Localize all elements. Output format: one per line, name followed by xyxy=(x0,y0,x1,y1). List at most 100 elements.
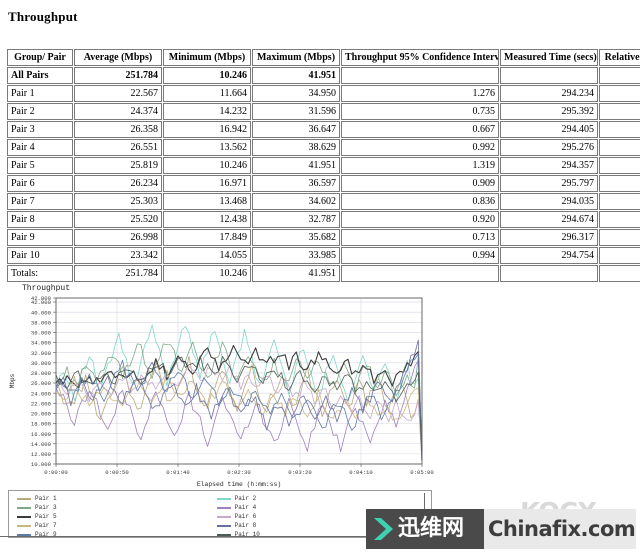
cell-measured-time: 294.234 xyxy=(500,85,598,102)
cell-minimum: 12.438 xyxy=(163,211,251,228)
column-header-average: Average (Mbps) xyxy=(74,49,162,66)
legend-item: Pair 2 xyxy=(216,495,260,503)
y-axis-tick-label: 42.000 xyxy=(31,299,52,306)
legend-label: Pair 9 xyxy=(35,531,57,538)
cell-group-pair: Pair 7 xyxy=(7,193,73,210)
y-axis-tick-label: 22.000 xyxy=(31,400,52,407)
y-axis-tick-label: 40.000 xyxy=(31,309,52,316)
legend-item: Pair 4 xyxy=(216,504,260,512)
cell-confidence: 0.992 xyxy=(341,139,499,156)
cell-measured-time: 294.674 xyxy=(500,211,598,228)
cell-relative-precision: 2.532 xyxy=(599,121,640,138)
cell-measured-time: 294.405 xyxy=(500,121,598,138)
cell-minimum: 11.664 xyxy=(163,85,251,102)
cell-maximum: 31.596 xyxy=(252,103,340,120)
cell-relative-precision: 3.606 xyxy=(599,211,640,228)
column-header-confidence-interval: Throughput 95% Confidence Interval xyxy=(341,49,499,66)
cell-group-pair: Pair 10 xyxy=(7,247,73,264)
page-title: Throughput xyxy=(8,9,78,24)
cell-group-pair: All Pairs xyxy=(7,67,73,84)
table-body: All Pairs 251.784 10.246 41.951 Pair 1 22.567… xyxy=(7,67,640,282)
cell-relative-precision: 4.258 xyxy=(599,247,640,264)
cell-maximum: 36.647 xyxy=(252,121,340,138)
y-axis-tick-label: 32.000 xyxy=(31,350,52,357)
y-axis-tick-label: 10.000 xyxy=(31,461,52,468)
table-row: Pair 926.99817.84935.6820.713296.3172.63… xyxy=(7,229,640,246)
cell-confidence: 1.276 xyxy=(341,85,499,102)
legend-color-swatch xyxy=(17,498,31,500)
cell-minimum: 16.942 xyxy=(163,121,251,138)
cell-confidence: 0.994 xyxy=(341,247,499,264)
legend-item: Pair 3 xyxy=(17,504,57,512)
legend-label: Pair 3 xyxy=(35,504,57,511)
table-row: Pair 725.30313.46834.6020.836294.0353.30… xyxy=(7,193,640,210)
cell-minimum: 17.849 xyxy=(163,229,251,246)
legend-item: Pair 7 xyxy=(17,522,57,530)
cell-measured-time: 294.754 xyxy=(500,247,598,264)
legend-item: Pair 10 xyxy=(216,531,260,539)
cell-measured-time: 296.317 xyxy=(500,229,598,246)
x-axis-title: Elapsed time (h:mm:ss) xyxy=(197,481,281,488)
cell-maximum: 38.629 xyxy=(252,139,340,156)
cell-average: 26.234 xyxy=(74,175,162,192)
cell-relative-precision xyxy=(599,67,640,84)
table-row: Pair 825.52012.43832.7870.920294.6743.60… xyxy=(7,211,640,228)
x-axis-tick-label: 0:01:40 xyxy=(166,469,190,476)
watermark-rule-horizontal xyxy=(0,536,368,537)
logo-domain-text: Chinafix.com xyxy=(488,517,636,541)
logo-chinese-text: 迅维网 xyxy=(398,516,465,541)
cell-maximum: 34.602 xyxy=(252,193,340,210)
cell-average: 26.358 xyxy=(74,121,162,138)
y-axis-tick-label: 34.000 xyxy=(31,340,52,347)
legend-label: Pair 10 xyxy=(234,531,260,538)
cell-confidence: 0.909 xyxy=(341,175,499,192)
legend-label: Pair 8 xyxy=(234,522,257,529)
cell-relative-precision: 5.654 xyxy=(599,85,640,102)
legend-label: Pair 1 xyxy=(35,495,57,502)
cell-measured-time: 294.357 xyxy=(500,157,598,174)
cell-measured-time: 295.276 xyxy=(500,139,598,156)
y-axis-tick-label: 14.000 xyxy=(31,441,52,448)
cell-minimum: 10.246 xyxy=(163,157,251,174)
chart-svg: 42.80042.00040.00038.00036.00034.00032.0… xyxy=(9,295,434,488)
cell-group-pair: Pair 3 xyxy=(7,121,73,138)
legend-item: Pair 5 xyxy=(17,513,57,521)
table-row: All Pairs 251.784 10.246 41.951 xyxy=(7,67,640,84)
cell-relative-precision: 3.306 xyxy=(599,193,640,210)
column-header-minimum: Minimum (Mbps) xyxy=(163,49,251,66)
table-row: Pair 326.35816.94236.6470.667294.4052.53… xyxy=(7,121,640,138)
cell-measured-time xyxy=(500,265,598,282)
table-row: Pair 626.23416.97136.5970.909295.7973.46… xyxy=(7,175,640,192)
throughput-results-table: Group/ Pair Average (Mbps) Minimum (Mbps… xyxy=(6,48,640,283)
cell-maximum: 34.950 xyxy=(252,85,340,102)
legend-color-swatch xyxy=(216,498,231,500)
cell-confidence xyxy=(341,67,499,84)
legend-color-swatch xyxy=(216,525,231,527)
y-axis-tick-label: 12.000 xyxy=(31,451,52,458)
legend-color-swatch xyxy=(17,507,31,509)
cell-measured-time: 295.797 xyxy=(500,175,598,192)
legend-label: Pair 7 xyxy=(35,522,57,529)
chevron-right-icon xyxy=(374,518,393,540)
cell-confidence xyxy=(341,265,499,282)
x-axis-tick-label: 0:00:00 xyxy=(44,469,68,476)
cell-average: 25.520 xyxy=(74,211,162,228)
y-axis-tick-label: 26.000 xyxy=(31,380,52,387)
cell-group-pair: Pair 6 xyxy=(7,175,73,192)
x-axis-tick-label: 0:04:10 xyxy=(349,469,373,476)
y-axis-tick-label: 38.000 xyxy=(31,319,52,326)
chinafix-logo: 迅维网 Chinafix.com xyxy=(366,509,636,549)
cell-group-pair: Pair 4 xyxy=(7,139,73,156)
table-header-row: Group/ Pair Average (Mbps) Minimum (Mbps… xyxy=(7,49,640,66)
legend-color-swatch xyxy=(216,516,231,518)
column-header-measured-time: Measured Time (secs) xyxy=(500,49,598,66)
legend-label: Pair 4 xyxy=(234,504,257,511)
legend-column-odd: Pair 1 Pair 3 Pair 5 Pair 7 Pair 9 xyxy=(17,495,57,539)
cell-group-pair: Pair 1 xyxy=(7,85,73,102)
cell-minimum: 14.055 xyxy=(163,247,251,264)
cell-average: 26.551 xyxy=(74,139,162,156)
y-axis-tick-label: 36.000 xyxy=(31,330,52,337)
cell-average: 22.567 xyxy=(74,85,162,102)
column-header-maximum: Maximum (Mbps) xyxy=(252,49,340,66)
cell-confidence: 0.667 xyxy=(341,121,499,138)
